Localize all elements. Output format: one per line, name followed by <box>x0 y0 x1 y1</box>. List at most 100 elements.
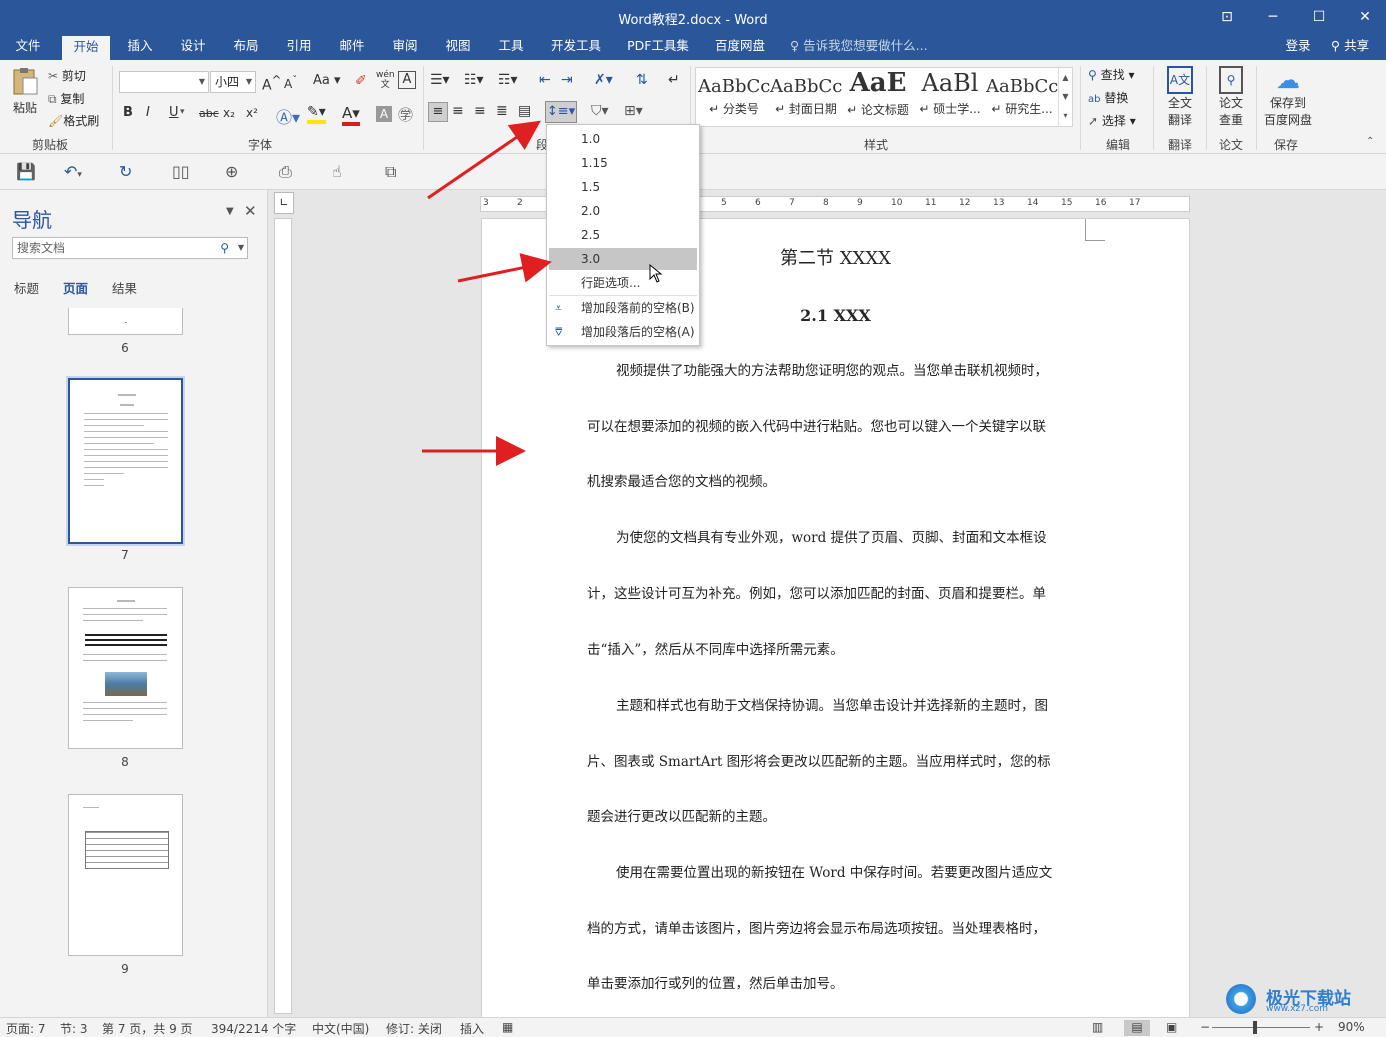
char-border-icon[interactable]: A <box>398 71 416 89</box>
chinese-layout-icon[interactable]: ✗▾ <box>594 72 613 88</box>
gallery-scroll[interactable]: ▲ ▼ ▾ <box>1058 68 1072 126</box>
tab-references[interactable]: 引用 <box>277 34 321 60</box>
line-spacing-option-selected[interactable]: 3.0 <box>549 248 697 270</box>
numbering-icon[interactable]: ☷▾ <box>464 72 484 88</box>
shading-icon[interactable]: ⛉▾ <box>591 103 609 119</box>
page-thumbnail-9[interactable] <box>68 794 183 956</box>
line-spacing-option[interactable]: 1.0 <box>549 128 697 150</box>
replace-button[interactable]: ab 替换 <box>1088 89 1128 106</box>
grow-font-button[interactable]: A^ <box>262 73 281 94</box>
tab-baidu-netdisk[interactable]: 百度网盘 <box>708 34 772 60</box>
bold-button[interactable]: B <box>123 105 133 120</box>
text-effects-icon[interactable]: Ⓐ▾ <box>276 104 300 128</box>
style-item[interactable]: AaBbCc ↵ 分类号 <box>698 68 770 126</box>
page-thumbnail-6[interactable] <box>68 308 183 335</box>
select-button[interactable]: ➚ 选择 ▾ <box>1088 112 1136 129</box>
undo-icon[interactable]: ↶▾ <box>64 162 82 181</box>
chevron-down-icon[interactable]: ▼ <box>238 238 244 258</box>
add-space-before-item[interactable]: ⩡ 增加段落前的空格(B) <box>549 297 697 319</box>
tab-review[interactable]: 审阅 <box>383 34 427 60</box>
tab-insert[interactable]: 插入 <box>118 34 162 60</box>
style-item[interactable]: AaE ↵ 论文标题 <box>842 68 914 126</box>
change-case-button[interactable]: Aa ▾ <box>313 73 341 88</box>
page-thumbnail-7[interactable] <box>68 378 183 544</box>
find-button[interactable]: ⚲ 查找 ▾ <box>1088 66 1134 83</box>
bullets-icon[interactable]: ☰▾ <box>430 72 450 88</box>
highlight-icon[interactable]: ✎▾ <box>307 104 326 124</box>
tab-design[interactable]: 设计 <box>171 34 215 60</box>
status-section[interactable]: 节: 3 <box>60 1020 88 1037</box>
subscript-button[interactable]: x₂ <box>223 106 235 120</box>
tab-tools[interactable]: 工具 <box>489 34 533 60</box>
status-page-of[interactable]: 第 7 页，共 9 页 <box>102 1020 193 1037</box>
web-layout-icon[interactable]: ⊕ <box>225 162 238 181</box>
align-left-icon[interactable]: ≡ <box>428 102 448 122</box>
enclose-char-icon[interactable]: ㊫ <box>398 104 413 125</box>
zoom-slider[interactable] <box>1212 1027 1310 1028</box>
tell-me-box[interactable]: ♀ 告诉我您想要做什么... <box>790 34 940 60</box>
save-icon[interactable]: 💾 <box>16 162 36 181</box>
tab-view[interactable]: 视图 <box>436 34 480 60</box>
superscript-button[interactable]: x² <box>246 106 258 120</box>
show-marks-icon[interactable]: ↵ <box>668 72 680 88</box>
status-page[interactable]: 页面: 7 <box>6 1020 46 1037</box>
read-mode-view-icon[interactable]: ▥ <box>1092 1020 1103 1034</box>
vertical-ruler[interactable] <box>274 218 292 1014</box>
clear-format-icon[interactable]: ✐ <box>355 73 367 89</box>
status-track-changes[interactable]: 修订: 关闭 <box>386 1020 442 1037</box>
line-spacing-option[interactable]: 2.0 <box>549 200 697 222</box>
style-item[interactable]: AaBl ↵ 硕士学... <box>914 68 986 126</box>
char-shading-icon[interactable]: A <box>376 106 392 122</box>
tab-layout[interactable]: 布局 <box>224 34 268 60</box>
maximize-button[interactable]: ☐ <box>1296 0 1342 34</box>
customize-icon[interactable]: ⧉ <box>385 162 396 182</box>
decrease-indent-icon[interactable]: ⇤ <box>539 72 551 88</box>
line-spacing-button[interactable]: ↕≡▾ <box>545 101 577 123</box>
italic-button[interactable]: I <box>146 105 150 120</box>
redo-icon[interactable]: ↻ <box>119 162 132 181</box>
style-item[interactable]: AaBbCc ↵ 封面日期 <box>770 68 842 126</box>
page-thumbnail-8[interactable] <box>68 587 183 749</box>
underline-button[interactable]: U <box>169 105 179 120</box>
ribbon-display-button[interactable]: ⊡ <box>1204 0 1250 34</box>
paste-button[interactable]: 粘贴 <box>8 66 42 116</box>
save-to-netdisk-button[interactable]: ☁ 保存到 百度网盘 <box>1260 66 1316 128</box>
strikethrough-button[interactable]: abc <box>199 107 219 120</box>
web-layout-view-icon[interactable]: ▣ <box>1166 1020 1177 1034</box>
zoom-slider-thumb[interactable] <box>1253 1021 1257 1034</box>
add-space-after-item[interactable]: ⩢ 增加段落后的空格(A) <box>549 321 697 343</box>
underline-dropdown-icon[interactable]: ▾ <box>180 107 185 117</box>
nav-tab-pages[interactable]: 页面 <box>63 278 88 297</box>
print-preview-icon[interactable]: ⎙ <box>279 162 292 182</box>
style-item[interactable]: AaBbCc ↵ 研究生... <box>986 68 1058 126</box>
search-icon[interactable]: ⚲ <box>220 238 229 258</box>
status-word-count[interactable]: 394/2214 个字 <box>211 1020 296 1037</box>
font-size-combo[interactable]: 小四 ▼ <box>210 71 256 93</box>
nav-tab-results[interactable]: 结果 <box>112 278 137 297</box>
macro-record-icon[interactable]: ▦ <box>502 1020 513 1034</box>
zoom-in-button[interactable]: + <box>1314 1020 1324 1034</box>
font-name-combo[interactable]: ▼ <box>119 71 209 93</box>
phonetic-guide-button[interactable]: wén 文 <box>376 70 395 90</box>
cut-button[interactable]: ✂ 剪切 <box>48 67 86 84</box>
status-insert-mode[interactable]: 插入 <box>460 1020 484 1037</box>
minimize-button[interactable]: ─ <box>1250 0 1296 34</box>
tab-mailings[interactable]: 邮件 <box>330 34 374 60</box>
borders-icon[interactable]: ⊞▾ <box>624 103 643 119</box>
copy-button[interactable]: ⧉ 复制 <box>48 90 84 107</box>
paper-check-button[interactable]: ⚲ 论文 查重 <box>1211 66 1251 128</box>
zoom-out-button[interactable]: − <box>1200 1020 1210 1034</box>
shrink-font-button[interactable]: Aˇ <box>284 75 297 91</box>
align-center-icon[interactable]: ≡ <box>452 103 464 119</box>
pane-options-icon[interactable]: ▼ <box>226 206 234 217</box>
distribute-icon[interactable]: ▤ <box>518 103 531 119</box>
align-right-icon[interactable]: ≡ <box>474 103 486 119</box>
collapse-ribbon-icon[interactable]: ⌃ <box>1366 136 1374 147</box>
status-language[interactable]: 中文(中国) <box>312 1020 369 1037</box>
tab-developer[interactable]: 开发工具 <box>544 34 608 60</box>
font-color-button[interactable]: A▾ <box>342 104 360 126</box>
line-spacing-option[interactable]: 2.5 <box>549 224 697 246</box>
line-spacing-options-link[interactable]: 行距选项... <box>549 272 697 294</box>
zoom-level[interactable]: 90% <box>1338 1020 1365 1034</box>
tab-file[interactable]: 文件 <box>6 34 50 60</box>
